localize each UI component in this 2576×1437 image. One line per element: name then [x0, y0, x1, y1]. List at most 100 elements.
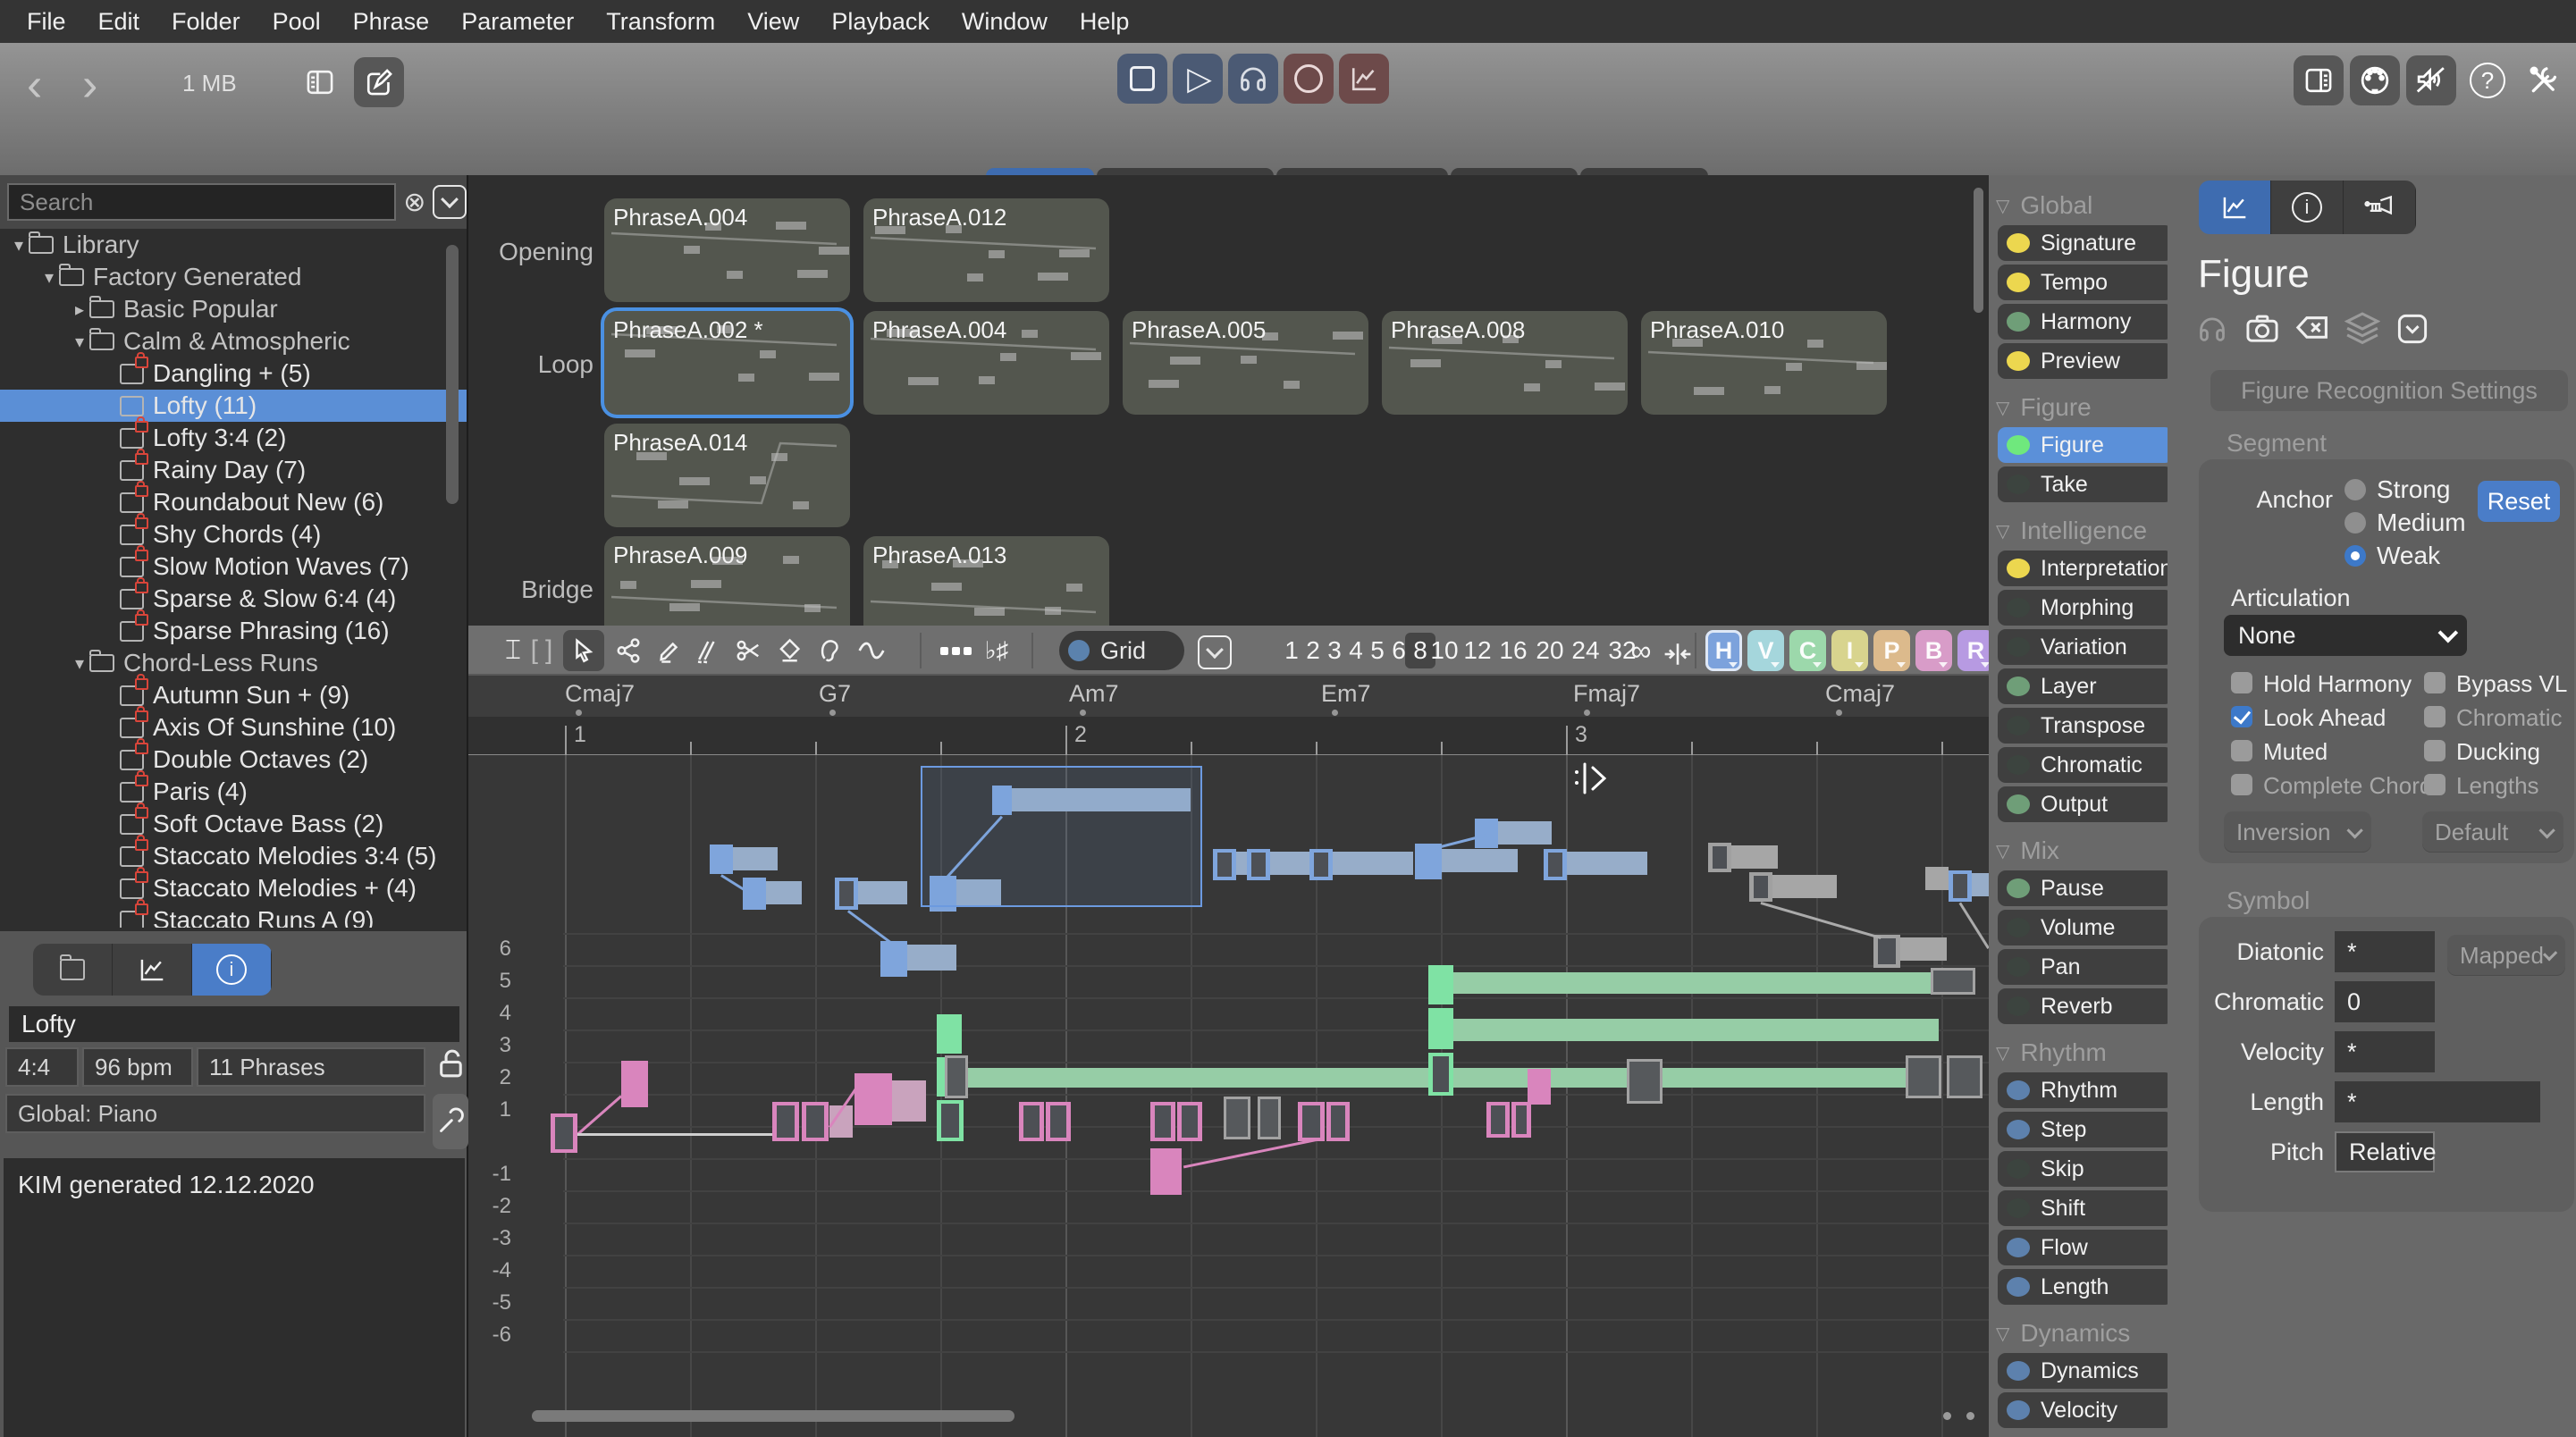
note-pink-head[interactable]: [1326, 1102, 1350, 1141]
connect-tool[interactable]: [608, 630, 649, 671]
symbol-input-chromatic[interactable]: 0: [2335, 981, 2435, 1022]
note-blue-tail[interactable]: [733, 847, 778, 870]
tab-folder[interactable]: [33, 944, 113, 996]
param-row-harmony[interactable]: Harmony: [1998, 304, 2168, 340]
note-pink-head[interactable]: [1486, 1102, 1510, 1138]
pointer-tool[interactable]: [563, 630, 604, 671]
menu-item-transform[interactable]: Transform: [590, 0, 731, 43]
note-pink-head[interactable]: [772, 1102, 799, 1141]
listen-tool[interactable]: [810, 630, 851, 671]
symbol-dropdown-mapped[interactable]: Mapped: [2447, 935, 2565, 976]
arrangement-notes[interactable]: KIM generated 12.12.2020: [4, 1158, 465, 1437]
note-gray-block[interactable]: [945, 1055, 968, 1098]
note-green-head[interactable]: [1428, 1008, 1453, 1049]
inspector-tab-chart[interactable]: [2199, 181, 2271, 234]
phrase-thumbnail-phrasea-008[interactable]: PhraseA.008: [1382, 311, 1628, 415]
phrase-thumbnail-phrasea-014[interactable]: PhraseA.014: [604, 424, 850, 527]
default-dropdown[interactable]: Default: [2422, 811, 2563, 853]
midi-button[interactable]: [2350, 55, 2400, 105]
param-section-intelligence[interactable]: ▽Intelligence: [1996, 511, 2147, 550]
phrase-thumbnail-phrasea-004[interactable]: PhraseA.004: [863, 311, 1109, 415]
note-blue-tail[interactable]: [858, 881, 907, 904]
note-blue-tail[interactable]: [1442, 849, 1518, 872]
phrase-thumbnail-phrasea-010[interactable]: PhraseA.010: [1641, 311, 1887, 415]
note-pink-head[interactable]: [621, 1061, 648, 1107]
tree-folder-chord-less-runs[interactable]: ▾Chord-Less Runs: [0, 647, 467, 679]
note-gray-tail[interactable]: [1900, 937, 1947, 961]
param-letter-button-b[interactable]: B: [1915, 630, 1952, 671]
collapsed-arrow-icon[interactable]: ▸: [70, 298, 89, 321]
tree-item-lofty-3-4-2[interactable]: Lofty 3:4 (2): [0, 422, 467, 454]
help-button[interactable]: ?: [2462, 55, 2513, 105]
chord-label-cmaj7[interactable]: Cmaj7: [565, 680, 635, 708]
checkbox-chromatic[interactable]: [2424, 706, 2446, 727]
sidebar-toggle-button[interactable]: [295, 57, 345, 107]
split-tool[interactable]: [728, 630, 769, 671]
note-pink-head[interactable]: [1298, 1102, 1325, 1141]
param-letter-button-r[interactable]: R: [1957, 630, 1989, 671]
tree-item-shy-chords-4[interactable]: Shy Chords (4): [0, 518, 467, 550]
param-row-velocity[interactable]: Velocity: [1998, 1392, 2168, 1428]
expanded-arrow-icon[interactable]: ▾: [70, 652, 89, 675]
note-blue-tail[interactable]: [1567, 852, 1647, 875]
symbol-input-pitch[interactable]: Relative: [2335, 1131, 2435, 1172]
tree-item-double-octaves-2[interactable]: Double Octaves (2): [0, 744, 467, 776]
grid-options-button[interactable]: [1198, 635, 1232, 669]
menu-item-playback[interactable]: Playback: [815, 0, 946, 43]
horizontal-scrollbar[interactable]: [532, 1410, 1014, 1422]
note-green-head[interactable]: [1428, 1053, 1453, 1096]
signature-field[interactable]: 4:4: [5, 1047, 79, 1087]
checkbox-bypass-vl[interactable]: [2424, 672, 2446, 693]
accidentals-tool[interactable]: ♭♯: [976, 630, 1017, 671]
curve-tool[interactable]: [851, 630, 892, 671]
param-row-morphing[interactable]: Morphing: [1998, 590, 2168, 626]
param-section-global[interactable]: ▽Global: [1996, 186, 2092, 225]
phrase-thumbnail-phrasea-012[interactable]: PhraseA.012: [863, 198, 1109, 302]
note-blue-tail[interactable]: [1972, 873, 1989, 896]
collapse-chevron-button[interactable]: [2395, 311, 2430, 347]
note-green-bar[interactable]: [1453, 972, 1939, 994]
tree-item-autumn-sun-9[interactable]: Autumn Sun + (9): [0, 679, 467, 711]
menu-item-help[interactable]: Help: [1064, 0, 1146, 43]
param-letter-button-h[interactable]: H: [1705, 630, 1742, 671]
param-row-skip[interactable]: Skip: [1998, 1151, 2168, 1187]
tree-item-slow-motion-waves-7[interactable]: Slow Motion Waves (7): [0, 550, 467, 583]
tree-scrollbar[interactable]: [446, 245, 459, 504]
phrases-field[interactable]: 11 Phrases: [197, 1047, 425, 1087]
search-options-button[interactable]: [433, 185, 467, 219]
param-row-chromatic[interactable]: Chromatic: [1998, 747, 2168, 783]
param-row-pan[interactable]: Pan: [1998, 949, 2168, 985]
tree-item-rainy-day-7[interactable]: Rainy Day (7): [0, 454, 467, 486]
menu-item-edit[interactable]: Edit: [82, 0, 156, 43]
note-blue-tail[interactable]: [907, 945, 956, 971]
param-row-figure[interactable]: Figure: [1998, 427, 2168, 463]
note-green-head[interactable]: [1428, 965, 1453, 1004]
note-green-head[interactable]: [937, 1014, 962, 1054]
param-row-reverb[interactable]: Reverb: [1998, 988, 2168, 1024]
note-blue-head[interactable]: [1247, 849, 1270, 880]
param-row-layer[interactable]: Layer: [1998, 668, 2168, 704]
param-row-step[interactable]: Step: [1998, 1112, 2168, 1147]
grid-number-20[interactable]: 20: [1535, 633, 1565, 668]
param-row-preview[interactable]: Preview: [1998, 343, 2168, 379]
param-letter-button-c[interactable]: C: [1789, 630, 1826, 671]
note-pink-head[interactable]: [1528, 1069, 1551, 1105]
anchor-radio-medium[interactable]: [2344, 512, 2366, 534]
edit-mode-button[interactable]: [354, 57, 404, 107]
checkbox-complete-chord[interactable]: [2231, 774, 2252, 795]
symbol-input-velocity[interactable]: *: [2335, 1031, 2435, 1072]
tools-button[interactable]: [2519, 55, 2569, 105]
stop-button[interactable]: [1117, 54, 1167, 104]
tree-item-soft-octave-bass-2[interactable]: Soft Octave Bass (2): [0, 808, 467, 840]
note-blue-tail[interactable]: [1498, 821, 1552, 845]
note-blue-head[interactable]: [835, 878, 858, 910]
param-row-interpretation[interactable]: Interpretation: [1998, 550, 2168, 586]
arrangement-title[interactable]: Lofty: [9, 1006, 459, 1042]
expanded-arrow-icon[interactable]: ▾: [9, 234, 29, 256]
reset-button[interactable]: Reset: [2478, 481, 2560, 522]
phrase-thumbnail-phrasea-002[interactable]: PhraseA.002 *: [604, 311, 850, 415]
note-green-head[interactable]: [937, 1100, 964, 1141]
note-gray-tail[interactable]: [1925, 867, 1949, 890]
note-green-bar[interactable]: [1453, 1019, 1939, 1041]
note-blue-head[interactable]: [743, 878, 766, 910]
